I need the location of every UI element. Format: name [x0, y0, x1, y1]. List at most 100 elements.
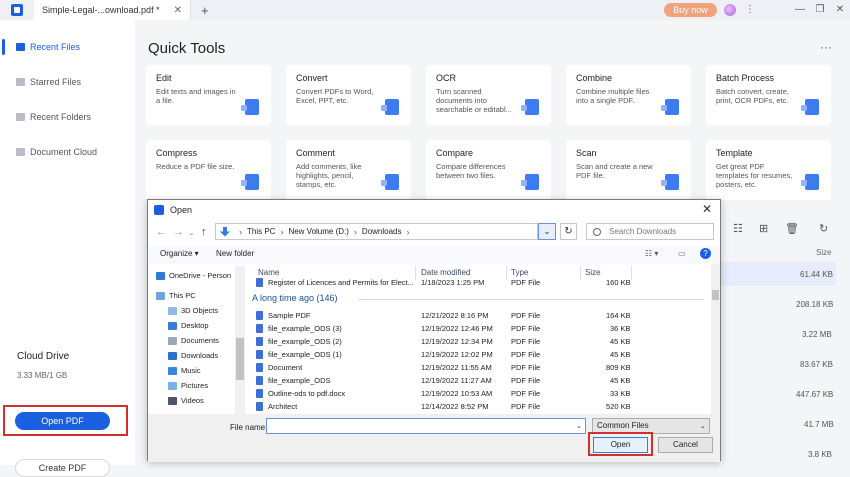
- column-header-name[interactable]: Name: [258, 268, 279, 277]
- tool-card-scan[interactable]: Scan Scan and create a new PDF file.: [566, 140, 691, 200]
- nav-item-documents[interactable]: Documents: [168, 336, 219, 345]
- sidebar-item-starred-files[interactable]: Starred Files: [0, 72, 135, 92]
- refresh-icon[interactable]: ↻: [560, 223, 577, 240]
- breadcrumb-downloads[interactable]: Downloads: [362, 227, 402, 236]
- open-dialog: Open ✕ ← → ⌄ ↑ › This PC › New Volume (D…: [147, 199, 721, 462]
- preview-pane-icon[interactable]: ▭: [678, 249, 686, 258]
- file-name-input[interactable]: [266, 418, 586, 434]
- tool-card-template[interactable]: Template Get great PDF templates for res…: [706, 140, 831, 200]
- open-button[interactable]: Open: [593, 437, 648, 453]
- card-description: Batch convert, create, print, OCR PDFs, …: [716, 87, 789, 105]
- file-list-scrollbar-thumb[interactable]: [712, 290, 719, 300]
- column-header-type[interactable]: Type: [511, 268, 528, 277]
- view-options-icon[interactable]: ☷ ▾: [645, 249, 658, 258]
- tab-close-icon[interactable]: ✕: [174, 5, 182, 16]
- file-name-label: File name:: [230, 423, 268, 432]
- more-vertical-icon[interactable]: ⋮: [743, 3, 757, 17]
- file-row[interactable]: file_example_ODS (3) 12/19/2022 12:46 PM…: [252, 323, 704, 336]
- file-size: 61.44 KB: [800, 270, 833, 279]
- refresh-icon[interactable]: ↻: [819, 222, 828, 235]
- tool-card-ocr[interactable]: OCR Turn scanned documents into searchab…: [426, 65, 551, 125]
- list-view-icon[interactable]: ☷: [733, 222, 743, 235]
- open-pdf-button[interactable]: Open PDF: [15, 412, 110, 430]
- file-name: Register of Licences and Permits for Ele…: [268, 278, 414, 287]
- nav-item-downloads[interactable]: Downloads: [168, 351, 218, 360]
- tool-card-compress[interactable]: Compress Reduce a PDF file size.: [146, 140, 271, 200]
- nav-item-label: This PC: [169, 291, 196, 300]
- file-row[interactable]: Document 12/19/2022 11:55 AM PDF File 80…: [252, 362, 704, 375]
- file-size: 45 KB: [610, 376, 631, 385]
- card-description: Reduce a PDF file size.: [156, 162, 235, 171]
- tool-card-combine[interactable]: Combine Combine multiple files into a si…: [566, 65, 691, 125]
- chevron-down-icon[interactable]: ⌄: [700, 422, 706, 430]
- nav-item-label: Pictures: [181, 381, 209, 390]
- app-logo-icon: [11, 4, 23, 16]
- tool-card-comment[interactable]: Comment Add comments, like highlights, p…: [286, 140, 411, 200]
- minimize-icon[interactable]: —: [793, 3, 807, 17]
- file-row[interactable]: Sample PDF 12/21/2022 8:16 PM PDF File 1…: [252, 310, 704, 323]
- nav-scrollbar-thumb[interactable]: [236, 338, 244, 380]
- close-window-icon[interactable]: ✕: [833, 3, 847, 17]
- file-name: file_example_ODS: [268, 376, 331, 385]
- forward-arrow-icon[interactable]: →: [173, 226, 184, 238]
- breadcrumb-this-pc[interactable]: This PC: [247, 227, 275, 236]
- search-input[interactable]: Search Downloads: [586, 223, 714, 240]
- nav-item-pictures[interactable]: Pictures: [168, 381, 208, 390]
- file-row[interactable]: file_example_ODS 12/19/2022 11:27 AM PDF…: [252, 375, 704, 388]
- recent-locations-icon[interactable]: ⌄: [188, 228, 195, 237]
- file-name: Document: [268, 363, 303, 372]
- file-row[interactable]: Register of Licences and Permits for Ele…: [252, 277, 704, 290]
- nav-item-3d-objects[interactable]: 3D Objects: [168, 306, 218, 315]
- sidebar-item-recent-folders[interactable]: Recent Folders: [0, 107, 135, 127]
- file-row[interactable]: Architect 12/14/2022 8:52 PM PDF File 52…: [252, 401, 704, 414]
- file-date: 12/21/2022 8:16 PM: [421, 311, 489, 320]
- tool-card-compare[interactable]: Compare Compare differences between two …: [426, 140, 551, 200]
- tool-card-convert[interactable]: Convert Convert PDFs to Word, Excel, PPT…: [286, 65, 411, 125]
- more-options-icon[interactable]: ···: [820, 40, 832, 54]
- file-size: 3.8 KB: [808, 450, 833, 459]
- file-date: 12/19/2022 12:34 PM: [421, 337, 493, 346]
- address-bar[interactable]: › This PC › New Volume (D:) › Downloads …: [215, 223, 538, 240]
- nav-item-this-pc[interactable]: This PC: [156, 291, 196, 300]
- nav-item-desktop[interactable]: Desktop: [168, 321, 209, 330]
- group-header[interactable]: A long time ago (146): [252, 293, 338, 303]
- nav-item-label: Music: [181, 366, 201, 375]
- back-arrow-icon[interactable]: ←: [156, 226, 167, 238]
- maximize-icon[interactable]: ❐: [813, 3, 827, 17]
- nav-item-onedrive[interactable]: OneDrive - Person: [156, 271, 231, 280]
- avatar[interactable]: [724, 4, 736, 16]
- delete-icon[interactable]: 🗑: [785, 222, 799, 235]
- tool-card-batch-process[interactable]: Batch Process Batch convert, create, pri…: [706, 65, 831, 125]
- file-row[interactable]: Outline-ods to pdf.docx 12/19/2022 10:53…: [252, 388, 704, 401]
- file-name: Architect: [268, 402, 298, 411]
- file-size: 164 KB: [606, 311, 631, 320]
- create-pdf-button[interactable]: Create PDF: [15, 459, 110, 477]
- grid-view-icon[interactable]: ⊞: [759, 222, 768, 235]
- buy-now-button[interactable]: Buy now: [664, 3, 717, 17]
- document-tab[interactable]: Simple-Legal-...ownload.pdf * ✕: [34, 0, 191, 20]
- videos-icon: [168, 396, 177, 405]
- column-header-size[interactable]: Size: [585, 268, 601, 277]
- breadcrumb-new-volume[interactable]: New Volume (D:): [288, 227, 348, 236]
- tool-card-edit[interactable]: Edit Edit texts and images in a file.: [146, 65, 271, 125]
- close-icon[interactable]: ✕: [702, 202, 712, 216]
- up-arrow-icon[interactable]: ↑: [201, 226, 207, 238]
- address-dropdown-icon[interactable]: ⌄: [538, 223, 556, 240]
- sidebar-item-recent-files[interactable]: Recent Files: [0, 37, 135, 57]
- file-type: PDF File: [511, 324, 541, 333]
- app-icon: [154, 205, 164, 215]
- chevron-down-icon[interactable]: ⌄: [576, 422, 582, 430]
- search-placeholder: Search Downloads: [609, 227, 677, 236]
- file-row[interactable]: file_example_ODS (2) 12/19/2022 12:34 PM…: [252, 336, 704, 349]
- nav-item-videos[interactable]: Videos: [168, 396, 204, 405]
- nav-item-music[interactable]: Music: [168, 366, 201, 375]
- file-row[interactable]: file_example_ODS (1) 12/19/2022 12:02 PM…: [252, 349, 704, 362]
- file-list-scrollbar[interactable]: [711, 264, 720, 414]
- column-header-date[interactable]: Date modified: [421, 268, 470, 277]
- help-icon[interactable]: ?: [700, 248, 711, 259]
- new-tab-icon[interactable]: +: [201, 3, 209, 18]
- new-folder-button[interactable]: New folder: [216, 249, 254, 258]
- organize-button[interactable]: Organize ▾: [160, 249, 199, 258]
- cancel-button[interactable]: Cancel: [658, 437, 713, 453]
- sidebar-item-document-cloud[interactable]: Document Cloud: [0, 142, 135, 162]
